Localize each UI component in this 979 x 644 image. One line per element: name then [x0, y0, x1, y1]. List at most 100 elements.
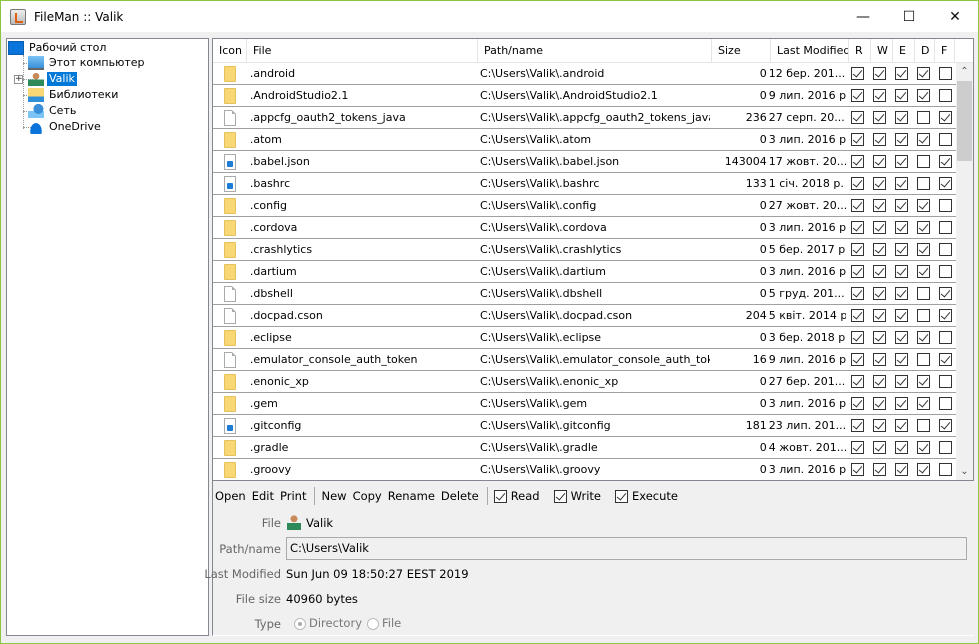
- table-row[interactable]: .crashlytics C:\Users\Valik\.crashlytics 0…: [213, 239, 956, 261]
- perm-checkbox-e[interactable]: [894, 397, 908, 410]
- table-row[interactable]: .cordova C:\Users\Valik\.cordova 0 3 лип. 2…: [213, 217, 956, 239]
- table-row[interactable]: .groovy C:\Users\Valik\.groovy 0 3 лип. 201…: [213, 459, 956, 480]
- new-button[interactable]: New: [321, 489, 346, 503]
- perm-checkbox-r[interactable]: [850, 221, 864, 234]
- perm-checkbox-f[interactable]: [938, 67, 952, 80]
- perm-checkbox-d[interactable]: [916, 111, 930, 124]
- vertical-scrollbar[interactable]: ⌃ ⌄: [956, 63, 973, 480]
- copy-button[interactable]: Copy: [353, 489, 382, 503]
- perm-checkbox-e[interactable]: [894, 155, 908, 168]
- perm-checkbox-f[interactable]: [938, 287, 952, 300]
- perm-checkbox-e[interactable]: [894, 309, 908, 322]
- perm-checkbox-d[interactable]: [916, 375, 930, 388]
- table-row[interactable]: .dartium C:\Users\Valik\.dartium 0 3 лип. 2…: [213, 261, 956, 283]
- column-header-size[interactable]: Size: [712, 39, 771, 63]
- perm-checkbox-r[interactable]: [850, 111, 864, 124]
- perm-checkbox-w[interactable]: [872, 221, 886, 234]
- perm-checkbox-r[interactable]: [850, 309, 864, 322]
- perm-checkbox-f[interactable]: [938, 133, 952, 146]
- column-header-f[interactable]: F: [935, 39, 955, 63]
- perm-checkbox-r[interactable]: [850, 177, 864, 190]
- delete-button[interactable]: Delete: [441, 489, 479, 503]
- perm-checkbox-d[interactable]: [916, 287, 930, 300]
- column-header-file[interactable]: File: [247, 39, 478, 63]
- perm-checkbox-e[interactable]: [894, 89, 908, 102]
- scroll-down-arrow-icon[interactable]: ⌄: [956, 463, 973, 480]
- close-button[interactable]: ✕: [932, 1, 978, 32]
- perm-checkbox-r[interactable]: [850, 419, 864, 432]
- tree-node-desktop[interactable]: Рабочий стол: [8, 40, 108, 56]
- print-button[interactable]: Print: [280, 489, 306, 503]
- perm-checkbox-w[interactable]: [872, 243, 886, 256]
- perm-checkbox-w[interactable]: [872, 463, 886, 476]
- perm-checkbox-e[interactable]: [894, 463, 908, 476]
- perm-checkbox-r[interactable]: [850, 155, 864, 168]
- perm-checkbox-w[interactable]: [872, 177, 886, 190]
- perm-checkbox-r[interactable]: [850, 441, 864, 454]
- perm-checkbox-d[interactable]: [916, 177, 930, 190]
- perm-checkbox-r[interactable]: [850, 89, 864, 102]
- tree-node-valik[interactable]: Valik: [28, 71, 77, 87]
- perm-checkbox-d[interactable]: [916, 331, 930, 344]
- scrollbar-thumb[interactable]: [957, 81, 972, 161]
- perm-checkbox-r[interactable]: [850, 331, 864, 344]
- perm-checkbox-e[interactable]: [894, 111, 908, 124]
- perm-checkbox-f[interactable]: [938, 89, 952, 102]
- perm-checkbox-f[interactable]: [938, 397, 952, 410]
- perm-checkbox-f[interactable]: [938, 331, 952, 344]
- open-button[interactable]: Open: [215, 489, 246, 503]
- rename-button[interactable]: Rename: [388, 489, 435, 503]
- perm-checkbox-f[interactable]: [938, 265, 952, 278]
- perm-checkbox-d[interactable]: [916, 265, 930, 278]
- read-checkbox[interactable]: Read: [493, 489, 540, 503]
- column-header-e[interactable]: E: [893, 39, 915, 63]
- folder-tree[interactable]: Рабочий стол Этот компьютер + Valik Библ…: [6, 38, 209, 636]
- perm-checkbox-f[interactable]: [938, 375, 952, 388]
- tree-node-libraries[interactable]: Библиотеки: [28, 87, 120, 103]
- perm-checkbox-d[interactable]: [916, 397, 930, 410]
- perm-checkbox-w[interactable]: [872, 419, 886, 432]
- perm-checkbox-e[interactable]: [894, 353, 908, 366]
- table-row[interactable]: .bashrc C:\Users\Valik\.bashrc 133 1 січ. 2…: [213, 173, 956, 195]
- perm-checkbox-f[interactable]: [938, 177, 952, 190]
- perm-checkbox-w[interactable]: [872, 199, 886, 212]
- perm-checkbox-e[interactable]: [894, 331, 908, 344]
- table-row[interactable]: .gem C:\Users\Valik\.gem 0 3 лип. 2016 р.: [213, 393, 956, 415]
- perm-checkbox-r[interactable]: [850, 353, 864, 366]
- perm-checkbox-w[interactable]: [872, 67, 886, 80]
- tree-node-onedrive[interactable]: OneDrive: [28, 119, 103, 135]
- tree-node-network[interactable]: Сеть: [28, 103, 78, 119]
- expand-toggle[interactable]: +: [14, 75, 23, 84]
- perm-checkbox-f[interactable]: [938, 243, 952, 256]
- column-header-w[interactable]: W: [871, 39, 893, 63]
- perm-checkbox-e[interactable]: [894, 375, 908, 388]
- perm-checkbox-d[interactable]: [916, 463, 930, 476]
- table-row[interactable]: .babel.json C:\Users\Valik\.babel.json 143…: [213, 151, 956, 173]
- perm-checkbox-w[interactable]: [872, 397, 886, 410]
- perm-checkbox-f[interactable]: [938, 309, 952, 322]
- table-row[interactable]: .atom C:\Users\Valik\.atom 0 3 лип. 2016 р.: [213, 129, 956, 151]
- checkbox-box[interactable]: [493, 489, 507, 503]
- perm-checkbox-r[interactable]: [850, 67, 864, 80]
- perm-checkbox-r[interactable]: [850, 133, 864, 146]
- perm-checkbox-e[interactable]: [894, 441, 908, 454]
- perm-checkbox-w[interactable]: [872, 155, 886, 168]
- table-row[interactable]: .emulator_console_auth_token C:\Users\Val…: [213, 349, 956, 371]
- perm-checkbox-f[interactable]: [938, 463, 952, 476]
- perm-checkbox-d[interactable]: [916, 155, 930, 168]
- perm-checkbox-e[interactable]: [894, 265, 908, 278]
- perm-checkbox-w[interactable]: [872, 89, 886, 102]
- file-table[interactable]: Icon File Path/name Size Last Modified R…: [212, 38, 974, 481]
- perm-checkbox-e[interactable]: [894, 199, 908, 212]
- perm-checkbox-r[interactable]: [850, 243, 864, 256]
- perm-checkbox-r[interactable]: [850, 397, 864, 410]
- perm-checkbox-w[interactable]: [872, 111, 886, 124]
- table-row[interactable]: .gradle C:\Users\Valik\.gradle 0 4 жовт. 20…: [213, 437, 956, 459]
- perm-checkbox-f[interactable]: [938, 221, 952, 234]
- perm-checkbox-d[interactable]: [916, 353, 930, 366]
- column-header-path[interactable]: Path/name: [478, 39, 712, 63]
- maximize-button[interactable]: ☐: [886, 1, 932, 32]
- execute-checkbox[interactable]: Execute: [614, 489, 678, 503]
- table-row[interactable]: .dbshell C:\Users\Valik\.dbshell 0 5 груд. …: [213, 283, 956, 305]
- perm-checkbox-r[interactable]: [850, 199, 864, 212]
